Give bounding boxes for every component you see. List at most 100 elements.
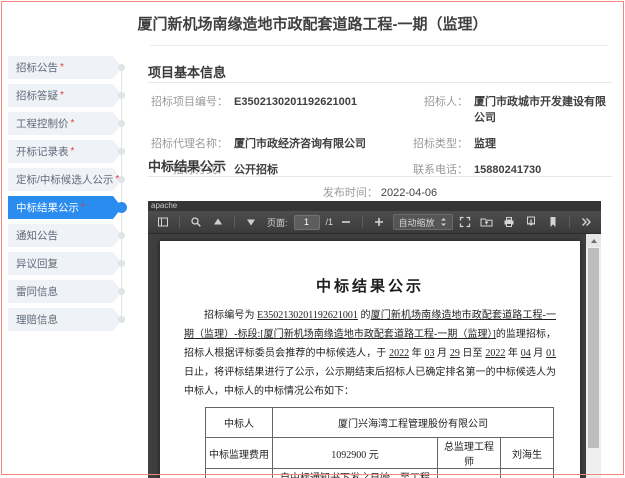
sidebar-item-label: 定标/中标候选人公示 [16, 174, 114, 186]
info-field-value: 厦门市政经济咨询有限公司 [234, 138, 366, 150]
sidebar-item-label: 招标公告 [16, 62, 58, 74]
toolbar-more-icon[interactable] [578, 214, 594, 230]
sidebar-item-1[interactable]: 招标公告 * [8, 56, 122, 79]
sidebar-item-label: 招标答疑 [16, 90, 58, 102]
publish-time-value: 2022-04-06 [380, 187, 438, 199]
sidebar-item-9[interactable]: 雷同信息 [8, 280, 122, 303]
sidebar-toggle-icon[interactable] [155, 214, 171, 230]
table-cell: 中标监理费用 [205, 437, 273, 469]
bidding-detail-page: 厦门新机场南缘造地市政配套道路工程-一期（监理） 招标公告 * 招标答疑 * 工程控制价… [0, 0, 625, 478]
page-number-label: 页面: [267, 217, 288, 228]
sidebar-item-4[interactable]: 开标记录表 * [8, 140, 122, 163]
sidebar-item-label: 开标记录表 [16, 146, 69, 158]
plain-text: 年 [409, 348, 425, 359]
sidebar-item-label: 工程控制价 [16, 118, 69, 130]
underlined-text: 01 [546, 348, 557, 359]
page-up-icon[interactable] [210, 214, 226, 230]
info-field-label: 招标人： [424, 96, 468, 108]
download-icon[interactable] [523, 214, 539, 230]
info-field: 招标代理名称： 厦门市政经济咨询有限公司 [148, 135, 388, 151]
page-number-input[interactable]: 1 [293, 214, 320, 230]
sidebar-item-3[interactable]: 工程控制价 * [8, 112, 122, 135]
toolbar-separator [361, 216, 363, 228]
zoom-out-icon[interactable] [338, 214, 354, 230]
sidebar-item-2[interactable]: 招标答疑 * [8, 84, 122, 107]
pdf-toolbar: 页面: 1 /1 自动缩放 [148, 211, 601, 234]
pdf-watermark: apache [148, 201, 601, 211]
scrollbar-up-icon[interactable] [586, 234, 601, 247]
timeline-dot [118, 92, 125, 99]
sidebar-item-7[interactable]: 通知公告 [8, 224, 122, 247]
table-cell: 中标人 [205, 407, 273, 438]
timeline-dot [118, 176, 125, 183]
timeline-dot [118, 288, 125, 295]
section-heading-result: 中标结果公示 [148, 159, 227, 174]
sidebar-item-5[interactable]: 定标/中标候选人公示* [8, 168, 122, 191]
section-heading-project-info: 项目基本信息 [148, 65, 227, 80]
table-row: 中标人 厦门兴海湾工程管理股份有限公司 [205, 407, 555, 438]
sidebar-item-6[interactable]: 中标结果公示 * [8, 196, 122, 219]
info-field-label: 联系电话： [413, 164, 468, 176]
pdf-scrollbar[interactable] [586, 234, 601, 478]
info-field: 招标类型： 监理 [388, 135, 612, 151]
table-cell: 总监理工程师 [437, 437, 501, 469]
toolbar-separator [234, 216, 235, 228]
bookmark-icon[interactable] [545, 214, 561, 230]
plain-text: 月 [530, 348, 547, 359]
presentation-mode-icon[interactable] [457, 214, 473, 230]
zoom-mode-value: 自动缩放 [398, 217, 435, 228]
table-cell: 厦门兴海湾工程管理股份有限公司 [271, 407, 555, 438]
search-icon[interactable] [188, 214, 204, 230]
timeline-dot [118, 64, 125, 71]
required-asterisk: * [60, 90, 64, 101]
timeline-dot [118, 232, 125, 239]
timeline-dot [118, 316, 125, 323]
zoom-in-icon[interactable] [371, 214, 387, 230]
scrollbar-thumb[interactable] [588, 248, 599, 448]
toolbar-zoom-group: 自动缩放 [338, 214, 453, 230]
plain-text: 年 [505, 348, 521, 359]
table-cell [437, 468, 501, 478]
page-down-icon[interactable] [243, 214, 259, 230]
sidebar: 招标公告*招标答疑*工程控制价*开标记录表*定标/中标候选人公示*中标结果公示*… [8, 56, 122, 336]
underlined-text: 04 [520, 348, 531, 359]
publish-time-row: 发布时间： 2022-04-06 [148, 184, 612, 200]
info-field-label: 招标类型： [413, 138, 468, 150]
plain-text: 的 [357, 310, 371, 321]
page-title: 厦门新机场南缘造地市政配套道路工程-一期（监理） [137, 16, 488, 33]
page-total-label: /1 [325, 217, 334, 227]
toolbar-right-group [457, 214, 594, 230]
sidebar-item-label: 异议回复 [16, 258, 58, 270]
publish-time-label: 发布时间： [322, 187, 378, 199]
result-table: 中标人 厦门兴海湾工程管理股份有限公司 中标监理费用 1092900 元总监理工程师刘… [205, 407, 555, 478]
print-icon[interactable] [501, 214, 517, 230]
document-title: 中标结果公示 [315, 279, 424, 295]
timeline-dot [118, 120, 125, 127]
table-cell [499, 468, 555, 478]
table-cell: 刘海生 [499, 437, 555, 469]
table-cell: 1092900 元 [272, 437, 438, 469]
underlined-text: 2022 [389, 348, 410, 359]
table-row: 中标监理费用 1092900 元总监理工程师 刘海生 [205, 437, 555, 469]
dropdown-caret-icon [440, 218, 446, 226]
info-field: 招标人： 厦门市政城市开发建设有限公司 [388, 93, 612, 125]
toolbar-left-group: 页面: 1 /1 [155, 214, 333, 230]
info-field-value: 厦门市政城市开发建设有限公司 [474, 96, 606, 124]
sidebar-item-10[interactable]: 理赔信息 [8, 308, 122, 331]
pdf-page: 中标结果公示 招标编号为 E3502130201192621001 的厦门新机场… [160, 241, 580, 478]
info-field-value: 监理 [474, 138, 496, 150]
plain-text: 日至 [459, 348, 486, 359]
sidebar-item-label: 雷同信息 [16, 286, 58, 298]
info-field: 招标项目编号： E3502130201192621001 [148, 93, 388, 125]
plain-text: 月 [434, 348, 450, 359]
required-asterisk: * [60, 62, 64, 73]
section-divider [148, 82, 612, 83]
zoom-mode-dropdown[interactable]: 自动缩放 [392, 214, 453, 230]
underlined-text: 2022 [485, 348, 506, 359]
toolbar-separator [568, 216, 570, 228]
open-file-icon[interactable] [479, 214, 495, 230]
sidebar-item-8[interactable]: 异议回复 [8, 252, 122, 275]
info-field: 联系电话： 15880241730 [388, 161, 612, 177]
document-paragraph: 招标编号为 E3502130201192621001 的厦门新机场南缘造地市政配… [184, 306, 556, 401]
info-field-value: 15880241730 [474, 164, 542, 176]
